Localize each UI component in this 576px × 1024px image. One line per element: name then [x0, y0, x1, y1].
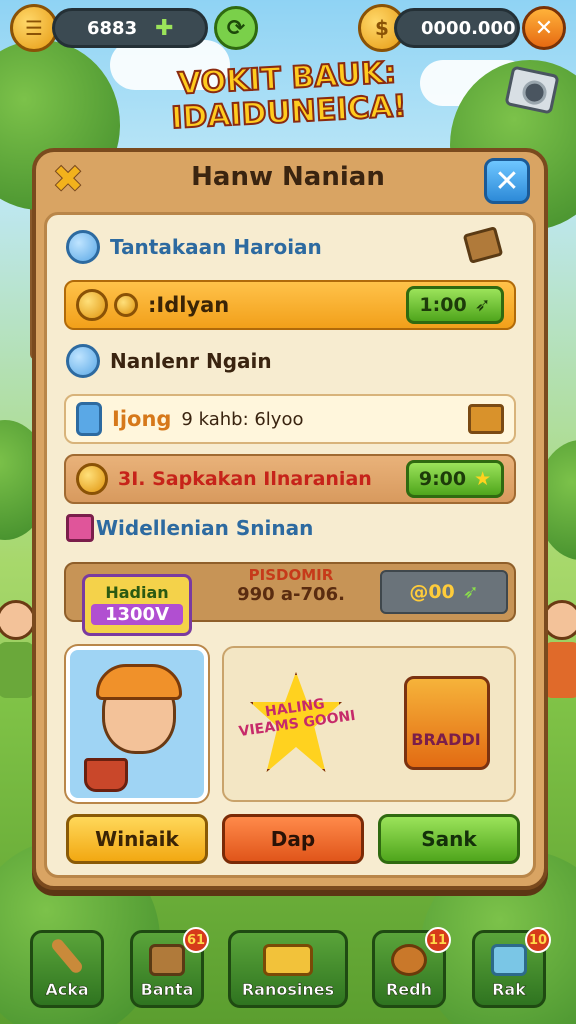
cap-icon — [96, 664, 182, 700]
star-icon: ★ — [474, 468, 492, 490]
arrow-icon: ➶ — [474, 294, 491, 316]
section-header-1: Tantakaan Haroian — [66, 230, 322, 264]
book-icon — [149, 944, 185, 976]
gems-value: 6883 — [87, 17, 138, 39]
section-header-2: Nanlenr Ngain — [66, 344, 272, 378]
gift-box-label: BRADDI — [411, 730, 481, 749]
reward-button-value: @00 — [409, 581, 455, 603]
nav-label: Rak — [492, 980, 526, 1000]
nav-item-redh[interactable]: 11 Redh — [372, 927, 451, 1008]
gift-icon — [66, 514, 94, 542]
green-action-button[interactable]: Sank — [378, 814, 520, 864]
nav-label: Banta — [140, 980, 194, 1000]
task-row-1[interactable]: :Idlyan 1:00 ➶ — [64, 280, 516, 330]
character-left — [0, 600, 36, 700]
coins-stack-icon — [76, 402, 102, 436]
yellow-action-button[interactable]: Winiaik — [66, 814, 208, 864]
reward-badge: Hadian 1300V — [82, 574, 192, 636]
section-header-4: Widellenian Sninan — [66, 514, 313, 542]
coin-icon — [114, 293, 138, 317]
notification-badge: 10 — [525, 927, 551, 953]
nav-item-acka[interactable]: Acka — [30, 930, 104, 1008]
plant-pot-icon — [84, 758, 128, 792]
avatar-card[interactable] — [66, 646, 208, 802]
refresh-button[interactable]: ⟳ — [214, 6, 258, 50]
badge-icon — [66, 344, 100, 378]
gift-box-icon[interactable] — [404, 676, 490, 770]
nav-item-banta[interactable]: 61 Banta — [130, 927, 209, 1008]
gems-counter: 6883 ✚ — [52, 8, 208, 48]
nav-label: Redh — [385, 980, 433, 1000]
close-x-icon[interactable]: ✖ — [48, 160, 88, 200]
green-button-label: Sank — [421, 827, 477, 851]
task-3-claim-button[interactable]: 9:00 ★ — [406, 460, 504, 498]
task-2-label-a: Ijong — [112, 407, 172, 431]
reward-badge-top: Hadian — [105, 583, 169, 602]
yellow-button-label: Winiaik — [95, 827, 179, 851]
clock-icon — [66, 230, 100, 264]
crown-chest-icon — [263, 944, 313, 976]
task-3-label: 3I. Sapkakan Ilnaranian — [118, 468, 372, 490]
orange-button-label: Dap — [270, 827, 316, 851]
nav-label: Acka — [45, 980, 89, 1000]
task-1-label: :Idlyan — [148, 293, 230, 317]
coin-icon — [76, 463, 108, 495]
menu-coin-icon[interactable]: ☰ — [10, 4, 58, 52]
task-row-3[interactable]: 3I. Sapkakan Ilnaranian 9:00 ★ — [64, 454, 516, 504]
reward-info: PISDOMIR 990 a-706. — [206, 566, 376, 620]
coins-value: 0000.000 — [421, 17, 516, 39]
section-1-label: Tantakaan Haroian — [110, 235, 322, 259]
notification-badge: 61 — [183, 927, 209, 953]
orange-action-button[interactable]: Dap — [222, 814, 364, 864]
robot-icon — [491, 944, 527, 976]
section-2-label: Nanlenr Ngain — [110, 349, 272, 373]
close-game-button[interactable]: ✕ — [522, 6, 566, 50]
arrow-icon: ➶ — [462, 581, 479, 603]
game-title: VOKIT BAUK: IDAIDUNEICA! — [169, 54, 408, 137]
gem-icon: ✚ — [155, 15, 174, 41]
cookie-icon — [391, 944, 427, 976]
reward-button[interactable]: @00 ➶ — [380, 570, 508, 614]
nav-label: Ranosines — [241, 980, 335, 1000]
nav-item-rak[interactable]: 10 Rak — [472, 927, 551, 1008]
coins-counter: 0000.000 — [394, 8, 520, 48]
coin-icon — [76, 289, 108, 321]
sword-icon — [49, 936, 85, 976]
reward-badge-bottom: 1300V — [91, 604, 183, 625]
nav-item-ranosines[interactable]: Ranosines — [228, 930, 348, 1008]
task-1-claim-button[interactable]: 1:00 ➶ — [406, 286, 504, 324]
task-3-button-label: 9:00 — [418, 468, 467, 490]
task-row-2[interactable]: Ijong 9 kahb: 6lyoo — [64, 394, 516, 444]
panel-close-button[interactable]: ✕ — [484, 158, 530, 204]
panel-title: Hanw Nanian — [191, 162, 385, 192]
reward-info-top: PISDOMIR — [248, 566, 334, 584]
crate-icon — [468, 404, 504, 434]
section-4-label: Widellenian Sninan — [96, 516, 314, 540]
task-2-label-b: 9 kahb: 6lyoo — [181, 408, 304, 430]
notification-badge: 11 — [425, 927, 451, 953]
reward-info-bottom: 990 a-706. — [237, 584, 345, 605]
task-1-button-label: 1:00 — [419, 294, 467, 316]
